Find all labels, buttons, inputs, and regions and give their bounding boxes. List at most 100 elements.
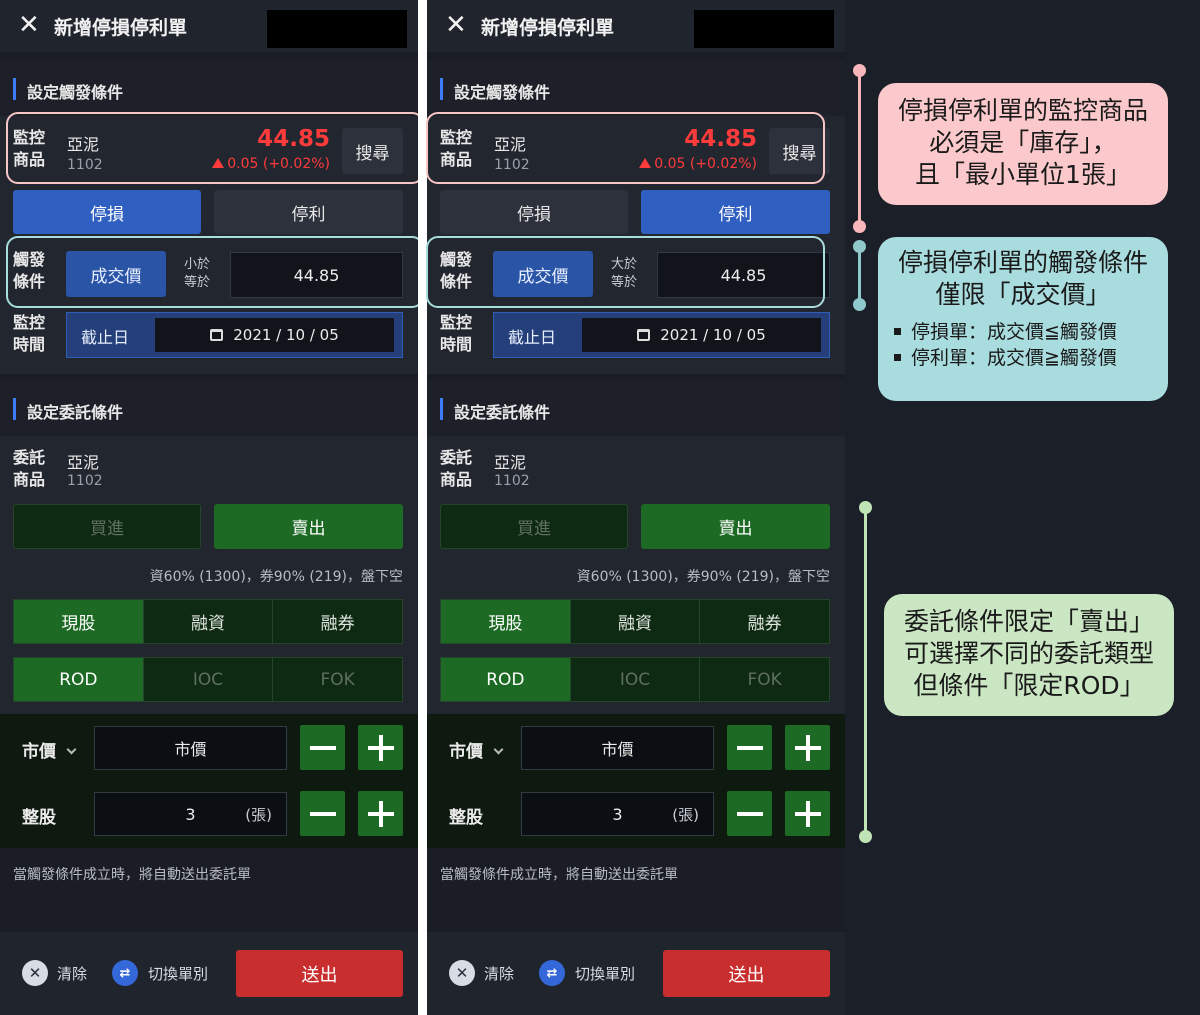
callout-line: 停損停利單的觸發條件 — [897, 248, 1148, 277]
callout-trigger-rule: 停損停利單的觸發條件 僅限「成交價」 停損單：成交價≦觸發價 停利單：成交價≧觸… — [878, 237, 1168, 401]
price-qty-area: 市價 市價 整股 3 (張) — [0, 714, 418, 848]
price-minus-button[interactable] — [727, 725, 772, 770]
buy-button[interactable]: 買進 — [440, 504, 628, 549]
price-plus-button[interactable] — [785, 725, 830, 770]
sell-button[interactable]: 賣出 — [214, 504, 403, 549]
quantity-input[interactable]: 3 (張) — [94, 792, 287, 836]
buy-button[interactable]: 買進 — [13, 504, 201, 549]
condition-highlight-outline — [6, 236, 418, 308]
trade-type-cash[interactable]: 現股 — [441, 600, 571, 643]
order-block: 委託 商品 亞泥 1102 買進 賣出 資60% (1300)，券90% (219… — [427, 436, 845, 714]
trade-type-short[interactable]: 融券 — [273, 600, 402, 643]
footer: ✕ 清除 ⇄ 切換單別 送出 — [427, 932, 845, 1015]
clear-button[interactable]: 清除 — [484, 963, 514, 984]
annotation-bracket-cyan — [858, 246, 861, 304]
order-product-label: 委託 商品 — [13, 448, 46, 489]
clear-icon[interactable]: ✕ — [22, 960, 48, 986]
page-title: 新增停損停利單 — [54, 17, 188, 39]
order-type-rod[interactable]: ROD — [441, 658, 571, 701]
bracket-dot — [859, 501, 872, 514]
price-input[interactable]: 市價 — [521, 726, 714, 770]
switch-order-type-button[interactable]: 切換單別 — [575, 963, 635, 984]
switch-icon[interactable]: ⇄ — [539, 960, 565, 986]
trade-type-margin[interactable]: 融資 — [144, 600, 274, 643]
trigger-section-header: 設定觸發條件 — [0, 60, 418, 116]
callout-bullet: 停利單：成交價≧觸發價 — [894, 345, 1168, 371]
trade-type-short[interactable]: 融券 — [700, 600, 829, 643]
callout-bullet: 停損單：成交價≦觸發價 — [894, 319, 1168, 345]
monitor-time-label: 監控 時間 — [13, 313, 46, 354]
qty-minus-button[interactable] — [727, 791, 772, 836]
section-accent — [13, 78, 16, 100]
redacted-box — [267, 10, 407, 48]
order-type-ioc[interactable]: IOC — [144, 658, 274, 701]
redacted-box — [694, 10, 834, 48]
submit-button[interactable]: 送出 — [663, 950, 830, 997]
auto-submit-note: 當觸發條件成立時，將自動送出委託單 — [440, 867, 678, 883]
product-highlight-outline — [6, 112, 418, 184]
bracket-dot — [853, 298, 866, 311]
monitor-time-label: 監控 時間 — [440, 313, 473, 354]
product-name: 亞泥 — [67, 453, 100, 472]
bracket-dot — [853, 220, 866, 233]
deadline-date[interactable]: 2021 / 10 / 05 — [582, 318, 821, 352]
quantity-input[interactable]: 3 (張) — [521, 792, 714, 836]
calendar-icon — [210, 329, 224, 341]
bracket-dot — [853, 64, 866, 77]
callout-product-rule: 停損停利單的監控商品 必須是「庫存」， 且「最小單位1張」 — [878, 83, 1168, 205]
section-accent — [13, 398, 16, 420]
close-icon[interactable]: ✕ — [445, 10, 467, 40]
switch-icon[interactable]: ⇄ — [112, 960, 138, 986]
deadline-selector[interactable]: 截止日 2021 / 10 / 05 — [493, 312, 830, 358]
order-block: 委託 商品 亞泥 1102 買進 賣出 資60% (1300)，券90% (219… — [0, 436, 418, 714]
lot-type-label: 整股 — [22, 808, 56, 828]
tab-stop-loss[interactable]: 停損 — [13, 190, 201, 234]
qty-plus-button[interactable] — [358, 791, 403, 836]
trade-type-cash[interactable]: 現股 — [14, 600, 144, 643]
minus-icon — [309, 811, 336, 816]
deadline-date[interactable]: 2021 / 10 / 05 — [155, 318, 394, 352]
tab-stop-loss[interactable]: 停損 — [440, 190, 628, 234]
order-section-header: 設定委託條件 — [427, 380, 845, 436]
submit-button[interactable]: 送出 — [236, 950, 403, 997]
tab-take-profit[interactable]: 停利 — [641, 190, 830, 234]
chevron-down-icon — [493, 744, 504, 755]
chevron-down-icon — [66, 744, 77, 755]
close-icon[interactable]: ✕ — [18, 10, 40, 40]
qty-minus-button[interactable] — [300, 791, 345, 836]
price-type-dropdown[interactable]: 市價 — [449, 737, 504, 762]
switch-order-type-button[interactable]: 切換單別 — [148, 963, 208, 984]
callout-line: 必須是「庫存」， — [929, 128, 1117, 157]
order-type-fok[interactable]: FOK — [273, 658, 402, 701]
deadline-label: 截止日 — [508, 328, 557, 347]
section-accent — [440, 398, 443, 420]
order-type-fok[interactable]: FOK — [700, 658, 829, 701]
price-qty-area: 市價 市價 整股 3 (張) — [427, 714, 845, 848]
qty-plus-button[interactable] — [785, 791, 830, 836]
trigger-section-header: 設定觸發條件 — [427, 60, 845, 116]
sell-button[interactable]: 賣出 — [641, 504, 830, 549]
product-name: 亞泥 — [494, 453, 527, 472]
deadline-selector[interactable]: 截止日 2021 / 10 / 05 — [66, 312, 403, 358]
price-type-dropdown[interactable]: 市價 — [22, 737, 77, 762]
trade-type-margin[interactable]: 融資 — [571, 600, 701, 643]
tab-take-profit[interactable]: 停利 — [214, 190, 403, 234]
stop-order-panel-stop-loss: ✕ 新增停損停利單 設定觸發條件 監控 商品 亞泥 1102 44.85 0.05… — [0, 0, 418, 1015]
callout-line: 且「最小單位1張」 — [915, 160, 1131, 189]
lot-type-label: 整股 — [449, 808, 483, 828]
price-input[interactable]: 市價 — [94, 726, 287, 770]
price-plus-button[interactable] — [358, 725, 403, 770]
callout-line: 僅限「成交價」 — [935, 280, 1111, 309]
price-minus-button[interactable] — [300, 725, 345, 770]
clear-icon[interactable]: ✕ — [449, 960, 475, 986]
section-title: 設定觸發條件 — [454, 83, 551, 102]
order-section-header: 設定委託條件 — [0, 380, 418, 436]
calendar-icon — [637, 329, 651, 341]
minus-icon — [736, 811, 763, 816]
callout-line: 停損停利單的監控商品 — [897, 96, 1148, 125]
order-type-rod[interactable]: ROD — [14, 658, 144, 701]
section-title: 設定委託條件 — [454, 403, 551, 422]
margin-info: 資60% (1300)，券90% (219)，盤下空 — [149, 569, 403, 585]
order-type-ioc[interactable]: IOC — [571, 658, 701, 701]
clear-button[interactable]: 清除 — [57, 963, 87, 984]
